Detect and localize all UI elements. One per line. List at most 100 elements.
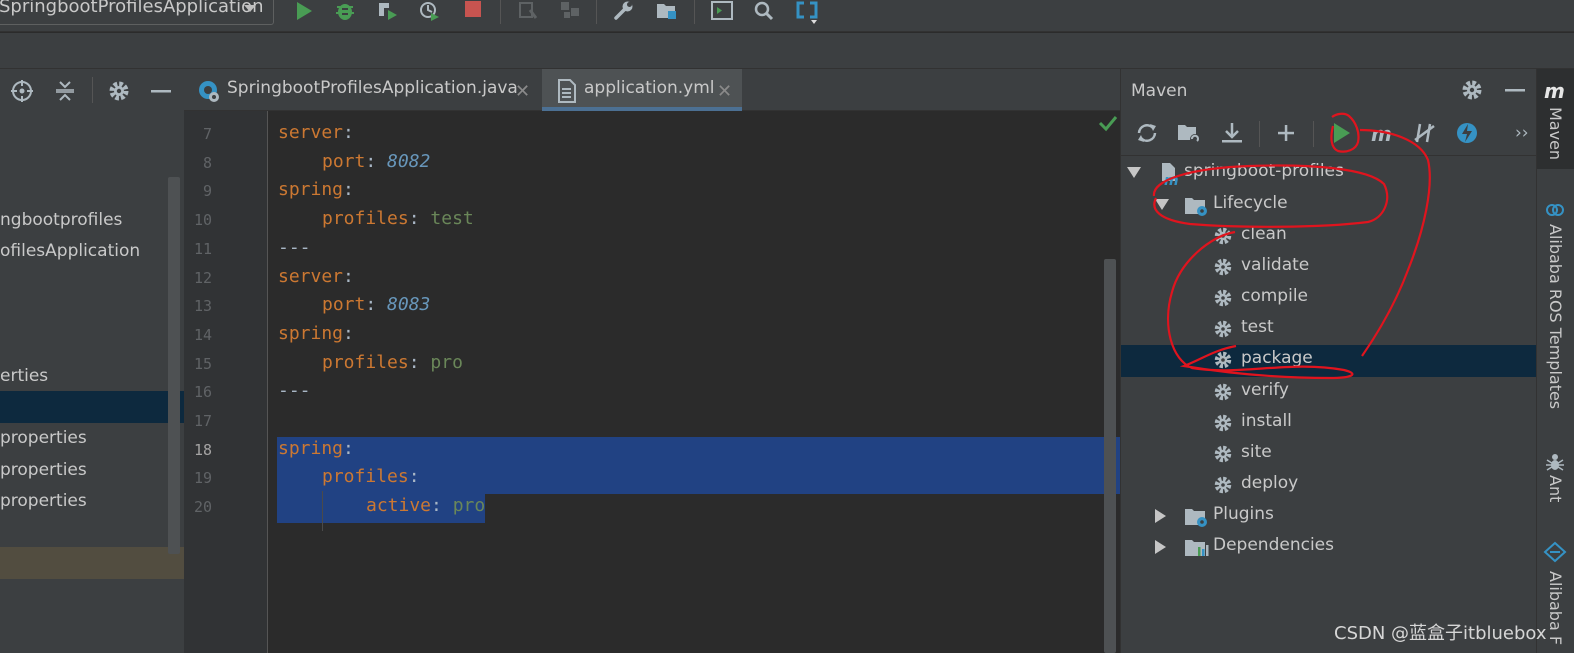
- vcs-icon[interactable]: [795, 0, 821, 26]
- tree-item-label: package: [1241, 348, 1313, 369]
- code-editor[interactable]: server: port: 8082 spring: profiles: test --…: [268, 111, 1120, 653]
- yaml-value: test: [430, 208, 474, 230]
- tree-item-goal-clean[interactable]: clean: [1121, 221, 1537, 252]
- indent-guide: [322, 491, 323, 531]
- project-tree-item[interactable]: properties: [0, 428, 87, 448]
- gear-icon: [1213, 475, 1233, 495]
- tree-item-label: Lifecycle: [1213, 193, 1288, 213]
- stop-icon[interactable]: [462, 0, 486, 22]
- chevron-down-icon[interactable]: [1155, 199, 1169, 210]
- collapse-all-icon[interactable]: [53, 79, 77, 103]
- coverage-icon[interactable]: [376, 0, 400, 22]
- yaml-punctuation: :: [365, 150, 388, 172]
- yaml-punctuation: :: [408, 466, 420, 488]
- chevron-right-icon[interactable]: [1155, 509, 1166, 523]
- more-icon[interactable]: ››: [1515, 123, 1529, 143]
- add-icon[interactable]: [1273, 120, 1299, 146]
- folder-gear-icon: [1185, 198, 1207, 216]
- minimize-icon[interactable]: [1503, 78, 1527, 102]
- gear-icon: [1213, 382, 1233, 402]
- tree-item-goal-verify[interactable]: verify: [1121, 377, 1537, 408]
- toolbar-separator: [1313, 121, 1314, 147]
- chevron-down-icon[interactable]: [1127, 167, 1141, 178]
- tree-item-dependencies[interactable]: Dependencies: [1121, 532, 1537, 563]
- toggle-offline-icon[interactable]: [1412, 120, 1438, 146]
- editor-scrollbar[interactable]: [1104, 259, 1116, 653]
- yaml-key: server: [278, 265, 344, 287]
- project-tree-item[interactable]: erties: [0, 366, 48, 386]
- yaml-key: profiles: [322, 351, 409, 373]
- project-structure-icon[interactable]: [558, 0, 582, 22]
- gear-icon: [1213, 350, 1233, 370]
- yaml-punctuation: :: [343, 122, 354, 143]
- tree-item-label: clean: [1241, 224, 1287, 244]
- project-tree-item[interactable]: properties: [0, 491, 87, 511]
- yaml-punctuation: ---: [278, 236, 311, 258]
- tree-item-goal-deploy[interactable]: deploy: [1121, 470, 1537, 501]
- tree-item-label: verify: [1241, 379, 1289, 400]
- tab-application-yml[interactable]: application.yml ✕: [542, 69, 742, 111]
- navigation-bar: [0, 33, 1574, 69]
- gear-icon[interactable]: [1460, 78, 1484, 102]
- yaml-punctuation: :: [343, 322, 354, 344]
- reload-icon[interactable]: [1134, 120, 1160, 146]
- tree-item-goal-test[interactable]: test: [1121, 314, 1537, 345]
- tool-tab-ant[interactable]: Ant: [1537, 449, 1574, 529]
- chevron-right-icon[interactable]: [1155, 540, 1166, 554]
- terminal-icon[interactable]: [710, 0, 734, 22]
- tree-item-goal-package[interactable]: package: [1121, 345, 1537, 376]
- tree-item-goal-install[interactable]: install: [1121, 408, 1537, 439]
- svg-text:m: m: [1544, 79, 1565, 101]
- tree-row-highlight[interactable]: [0, 547, 184, 579]
- tool-tab-label: Alibaba ROS Templates: [1546, 224, 1565, 410]
- close-icon[interactable]: ✕: [515, 81, 530, 102]
- locate-icon[interactable]: [10, 79, 34, 103]
- maven-icon: m: [1544, 79, 1565, 101]
- project-tree-item[interactable]: ngbootprofiles: [0, 210, 122, 230]
- project-scrollbar[interactable]: [168, 177, 180, 554]
- maven-project-icon: m: [1162, 163, 1179, 186]
- yaml-punctuation: :: [431, 495, 453, 517]
- project-tree-item[interactable]: ofilesApplication: [0, 241, 140, 261]
- tree-item-goal-site[interactable]: site: [1121, 439, 1537, 470]
- run-configuration-dropdown[interactable]: SpringbootProfilesApplication: [0, 0, 274, 25]
- check-icon[interactable]: [1098, 113, 1118, 133]
- gear-icon: [1213, 288, 1233, 308]
- toolbar-separator: [596, 0, 597, 24]
- code-line: port: 8083: [322, 294, 430, 315]
- tree-item-springboot-profiles[interactable]: m springboot-profiles: [1121, 158, 1537, 189]
- project-tree-item[interactable]: properties: [0, 460, 87, 480]
- tool-tab-alibaba-ros-templates[interactable]: Alibaba ROS Templates: [1537, 194, 1574, 434]
- tool-tab-maven[interactable]: m Maven: [1537, 69, 1574, 169]
- tree-item-goal-compile[interactable]: compile: [1121, 283, 1537, 314]
- maven-panel: Maven m ›› m springboot-profiles Lifecyc…: [1120, 69, 1537, 653]
- close-icon[interactable]: ✕: [717, 81, 732, 102]
- tab-springboot-profiles-application-java[interactable]: SpringbootProfilesApplication.java ✕: [184, 69, 542, 111]
- skip-tests-icon[interactable]: [1454, 120, 1480, 146]
- tree-item-goal-validate[interactable]: validate: [1121, 252, 1537, 283]
- gear-icon[interactable]: [107, 79, 131, 103]
- yaml-punctuation: :: [343, 179, 354, 201]
- build-icon[interactable]: [516, 0, 540, 22]
- selected-tree-row[interactable]: [0, 391, 184, 423]
- generate-sources-icon[interactable]: [1176, 120, 1202, 146]
- toolbar-separator: [500, 0, 501, 24]
- run-icon[interactable]: [1328, 120, 1354, 146]
- folder-gear-icon: [1185, 509, 1207, 527]
- tree-item-plugins[interactable]: Plugins: [1121, 501, 1537, 532]
- tree-item-label: Dependencies: [1213, 535, 1334, 555]
- tree-item-lifecycle[interactable]: Lifecycle: [1121, 190, 1537, 221]
- folder-settings-icon[interactable]: [655, 0, 679, 22]
- search-icon[interactable]: [752, 0, 776, 22]
- gear-icon: [1213, 319, 1233, 339]
- tab-label: SpringbootProfilesApplication.java: [227, 78, 518, 98]
- download-icon[interactable]: [1219, 120, 1245, 146]
- gear-icon: [1213, 444, 1233, 464]
- settings-wrench-icon[interactable]: [612, 0, 636, 22]
- run-icon[interactable]: [292, 0, 316, 22]
- minimize-icon[interactable]: [149, 79, 173, 103]
- profile-icon[interactable]: [418, 0, 442, 22]
- debug-icon[interactable]: [333, 0, 357, 22]
- maven-goal-icon[interactable]: m: [1370, 120, 1396, 146]
- yaml-punctuation: :: [343, 265, 354, 287]
